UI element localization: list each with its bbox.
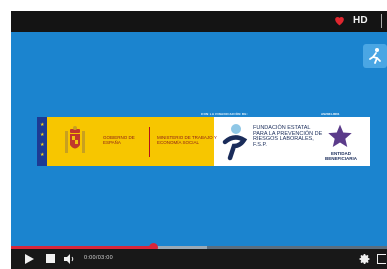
government-divider (149, 127, 150, 157)
gear-icon[interactable] (359, 253, 371, 265)
fullscreen-icon[interactable] (377, 254, 386, 264)
ministry-label: MINISTERIO DE TRABAJO Y ECONOMÍA SOCIAL (157, 135, 217, 145)
government-label: GOBIERNO DE ESPAÑA (103, 135, 135, 145)
video-player[interactable]: HD CON LA FINANCIACIÓN DE: AS2024-0001 ★… (11, 11, 387, 269)
foundation-label: FUNDACIÓN ESTATAL PARA LA PREVENCIÓN DE … (253, 125, 323, 148)
funding-banner: ★ ★ ★ ★ GOBIERNO DE ESPAÑA MINISTERIO DE… (37, 117, 370, 166)
banner-caption: CON LA FINANCIACIÓN DE: (201, 112, 248, 116)
eu-star-icon: ★ (40, 142, 45, 148)
page: HD CON LA FINANCIACIÓN DE: AS2024-0001 ★… (0, 0, 387, 269)
time-display: 0:00/03:00 (84, 255, 113, 261)
entity-star-icon (328, 124, 352, 148)
coat-of-arms-icon (65, 126, 85, 153)
eu-star-icon: ★ (40, 132, 45, 138)
player-top-bar: HD (11, 11, 387, 32)
banner-code: AS2024-0001 (321, 112, 340, 116)
foundation-logo-icon (222, 124, 248, 161)
hd-quality-button[interactable]: HD (353, 15, 368, 26)
eu-star-icon: ★ (40, 152, 45, 158)
volume-icon[interactable] (64, 254, 76, 264)
heart-icon[interactable] (333, 14, 346, 27)
player-controls: 0:00/03:00 (11, 249, 387, 269)
topbar-edge-divider (381, 14, 387, 28)
stop-icon[interactable] (46, 254, 55, 263)
eu-flag-strip: ★ ★ ★ ★ (37, 117, 47, 166)
accessibility-badge[interactable] (363, 44, 387, 68)
accessibility-icon (369, 48, 381, 64)
play-icon[interactable] (25, 254, 34, 264)
eu-star-icon: ★ (40, 122, 45, 128)
entity-label: ENTIDAD BENEFICIARIA (324, 151, 357, 161)
government-logo-block: GOBIERNO DE ESPAÑA MINISTERIO DE TRABAJO… (47, 117, 217, 166)
